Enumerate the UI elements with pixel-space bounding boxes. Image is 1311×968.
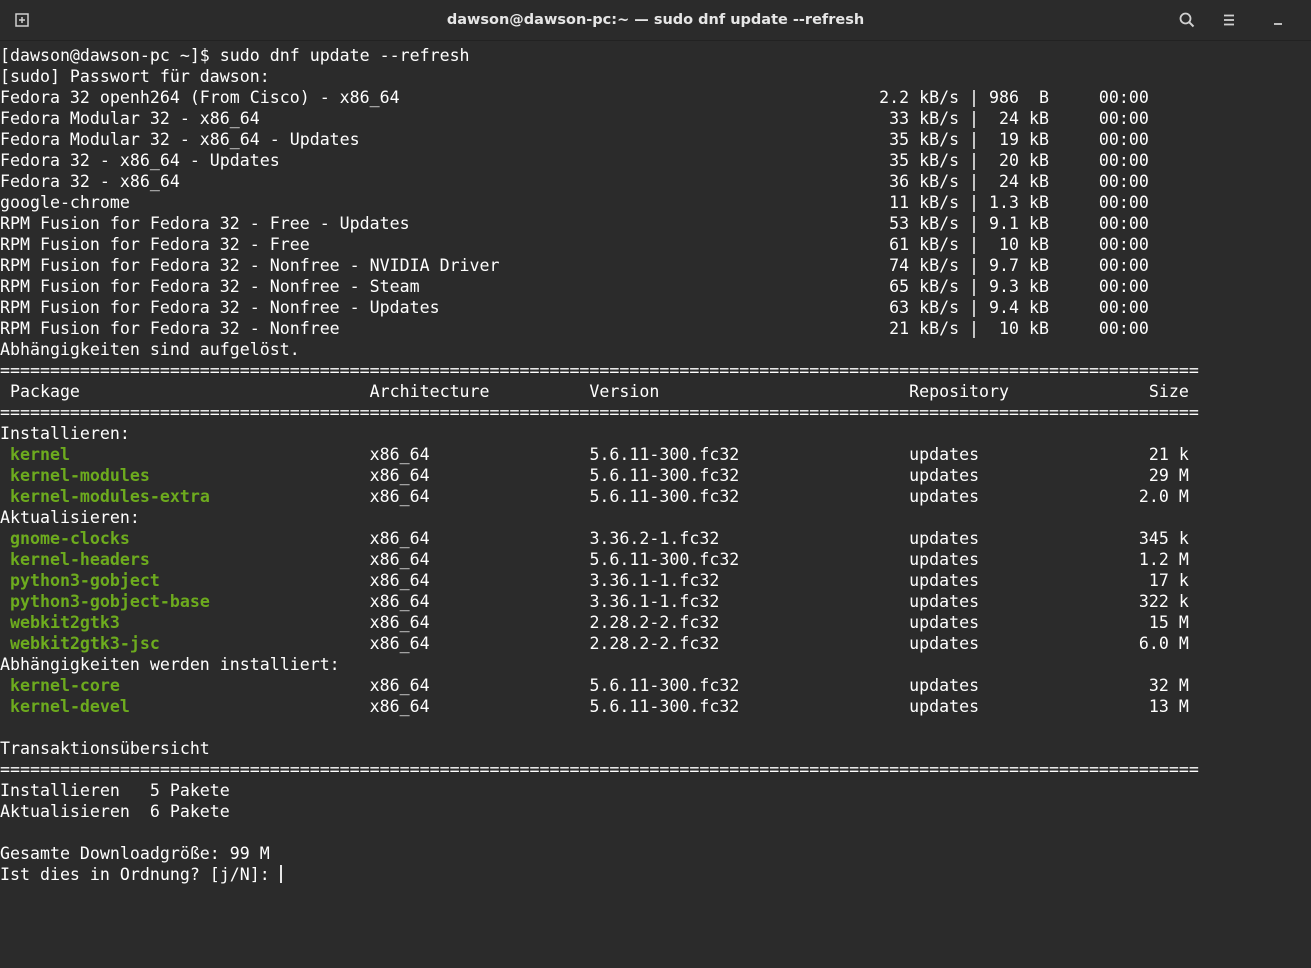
package-details: x86_64 5.6.11-300.fc32 updates 2.0 M (209, 487, 1189, 506)
package-name: kernel-modules (10, 466, 150, 485)
menu-icon (1224, 14, 1234, 26)
repo-line: RPM Fusion for Fedora 32 - Free 61 kB/s … (0, 235, 1149, 254)
table-row: kernel-modules-extra x86_64 5.6.11-300.f… (0, 486, 1311, 507)
minimize-button[interactable] (1266, 8, 1290, 32)
table-row: webkit2gtk3 x86_64 2.28.2-2.fc32 updates… (0, 612, 1311, 633)
table-row: kernel-headers x86_64 5.6.11-300.fc32 up… (0, 549, 1311, 570)
package-name: gnome-clocks (10, 529, 130, 548)
package-details: x86_64 5.6.11-300.fc32 updates 32 M (119, 676, 1189, 695)
menu-button[interactable] (1217, 8, 1241, 32)
repo-line: Fedora 32 - x86_64 36 kB/s | 24 kB 00:00 (0, 172, 1149, 191)
title-bar: dawson@dawson-pc:~ — sudo dnf update --r… (0, 0, 1311, 41)
repo-line: Fedora Modular 32 - x86_64 - Updates 35 … (0, 130, 1149, 149)
window-title: dawson@dawson-pc:~ — sudo dnf update --r… (446, 12, 865, 28)
sudo-prompt: [sudo] Passwort für dawson: (0, 67, 270, 86)
repo-line: RPM Fusion for Fedora 32 - Nonfree - Ste… (0, 277, 1149, 296)
separator: ========================================… (0, 361, 1199, 380)
group-label: Abhängigkeiten werden installiert: (0, 655, 340, 674)
package-details: x86_64 3.36.1-1.fc32 updates 322 k (209, 592, 1189, 611)
package-name: python3-gobject (10, 571, 160, 590)
package-name: kernel-core (10, 676, 120, 695)
package-name: webkit2gtk3 (10, 613, 120, 632)
table-row: webkit2gtk3-jsc x86_64 2.28.2-2.fc32 upd… (0, 633, 1311, 654)
table-row: gnome-clocks x86_64 3.36.2-1.fc32 update… (0, 528, 1311, 549)
command-line: [dawson@dawson-pc ~]$ sudo dnf update --… (0, 46, 470, 65)
table-row: kernel x86_64 5.6.11-300.fc32 updates 21… (0, 444, 1311, 465)
text-segment (0, 445, 10, 464)
package-name: kernel-devel (10, 697, 130, 716)
text-segment (0, 571, 10, 590)
text-segment (0, 550, 10, 569)
package-details: x86_64 5.6.11-300.fc32 updates 21 k (69, 445, 1189, 464)
repo-line: Fedora 32 - x86_64 - Updates 35 kB/s | 2… (0, 151, 1149, 170)
summary-row: Aktualisieren 6 Pakete (0, 802, 230, 821)
repo-line: RPM Fusion for Fedora 32 - Nonfree - Upd… (0, 298, 1149, 317)
repo-line: google-chrome 11 kB/s | 1.3 kB 00:00 (0, 193, 1149, 212)
package-name: kernel-headers (10, 550, 150, 569)
table-row: kernel-modules x86_64 5.6.11-300.fc32 up… (0, 465, 1311, 486)
table-row: kernel-devel x86_64 5.6.11-300.fc32 upda… (0, 696, 1311, 717)
repo-line: RPM Fusion for Fedora 32 - Nonfree 21 kB… (0, 319, 1149, 338)
confirm-prompt: Ist dies in Ordnung? [j/N]: (0, 865, 280, 884)
text-segment (0, 529, 10, 548)
text-segment (0, 613, 10, 632)
separator: ========================================… (0, 760, 1199, 779)
package-details: x86_64 3.36.1-1.fc32 updates 17 k (159, 571, 1189, 590)
confirm-line: Ist dies in Ordnung? [j/N]: (0, 864, 1311, 885)
text-segment (0, 487, 10, 506)
repo-line: Fedora Modular 32 - x86_64 33 kB/s | 24 … (0, 109, 1149, 128)
package-details: x86_64 5.6.11-300.fc32 updates 1.2 M (149, 550, 1189, 569)
separator: ========================================… (0, 403, 1199, 422)
table-row: python3-gobject-base x86_64 3.36.1-1.fc3… (0, 591, 1311, 612)
search-button[interactable] (1175, 8, 1199, 32)
package-name: python3-gobject-base (10, 592, 210, 611)
summary-row: Installieren 5 Pakete (0, 781, 230, 800)
text-segment (0, 466, 10, 485)
package-details: x86_64 2.28.2-2.fc32 updates 15 M (119, 613, 1189, 632)
search-icon (1179, 12, 1195, 28)
text-segment (0, 676, 10, 695)
text-segment (0, 592, 10, 611)
deps-resolved-line: Abhängigkeiten sind aufgelöst. (0, 340, 300, 359)
download-size: Gesamte Downloadgröße: 99 M (0, 844, 270, 863)
package-details: x86_64 5.6.11-300.fc32 updates 13 M (129, 697, 1189, 716)
text-cursor (279, 865, 282, 883)
table-header: Package Architecture Version Repository … (0, 382, 1189, 401)
package-name: webkit2gtk3-jsc (10, 634, 160, 653)
minimize-icon (1274, 23, 1282, 25)
package-details: x86_64 5.6.11-300.fc32 updates 29 M (149, 466, 1189, 485)
table-row: kernel-core x86_64 5.6.11-300.fc32 updat… (0, 675, 1311, 696)
table-row: python3-gobject x86_64 3.36.1-1.fc32 upd… (0, 570, 1311, 591)
text-segment (0, 634, 10, 653)
package-name: kernel-modules-extra (10, 487, 210, 506)
group-label: Aktualisieren: (0, 508, 140, 527)
text-segment (0, 697, 10, 716)
summary-title: Transaktionsübersicht (0, 739, 210, 758)
package-details: x86_64 2.28.2-2.fc32 updates 6.0 M (159, 634, 1189, 653)
repo-line: RPM Fusion for Fedora 32 - Nonfree - NVI… (0, 256, 1149, 275)
repo-line: Fedora 32 openh264 (From Cisco) - x86_64… (0, 88, 1149, 107)
repo-line: RPM Fusion for Fedora 32 - Free - Update… (0, 214, 1149, 233)
terminal-output[interactable]: [dawson@dawson-pc ~]$ sudo dnf update --… (0, 45, 1311, 885)
group-label: Installieren: (0, 424, 130, 443)
package-name: kernel (10, 445, 70, 464)
package-details: x86_64 3.36.2-1.fc32 updates 345 k (129, 529, 1189, 548)
